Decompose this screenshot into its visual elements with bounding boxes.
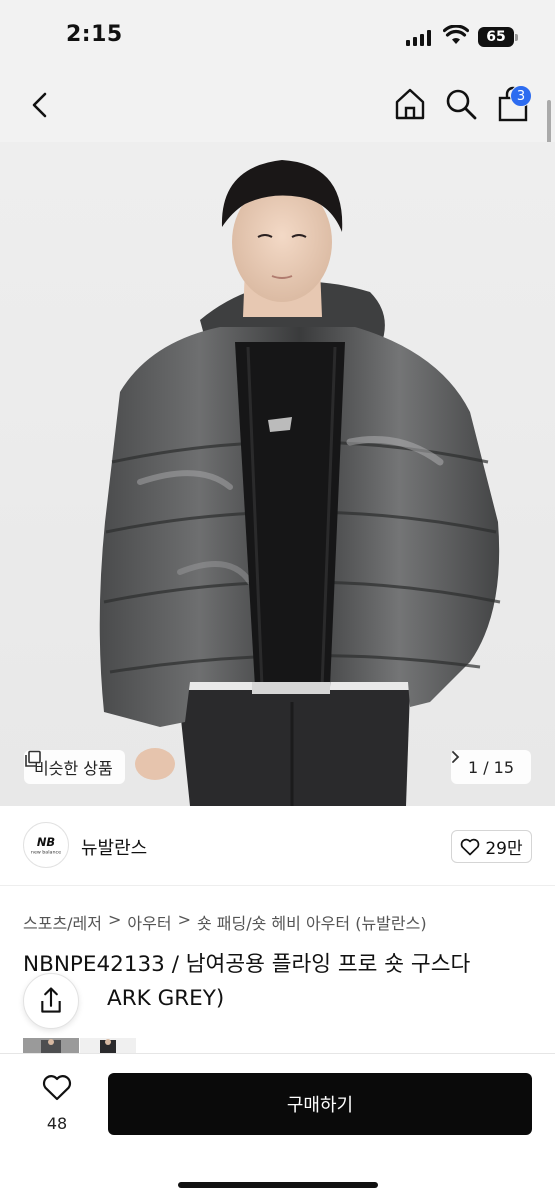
brand-like-button[interactable]: 29만 — [451, 830, 532, 863]
product-image-carousel[interactable]: 비슷한 상품 1 / 15 — [0, 142, 555, 806]
cellular-signal-icon — [406, 30, 432, 46]
chevron-right-icon: > — [177, 910, 191, 929]
svg-text:NB: NB — [37, 835, 56, 849]
home-indicator[interactable] — [178, 1182, 378, 1188]
search-icon[interactable] — [443, 86, 479, 122]
similar-products-label: 비슷한 상품 — [34, 759, 113, 778]
battery-level: 65 — [478, 27, 514, 47]
bottom-purchase-bar: 48 구매하기 — [0, 1053, 555, 1200]
heart-icon — [461, 838, 480, 855]
status-bar: 2:15 65 — [0, 0, 555, 70]
chevron-right-icon — [452, 751, 460, 763]
image-pager[interactable]: 1 / 15 — [451, 750, 531, 784]
breadcrumb-item[interactable]: 숏 패딩/숏 헤비 아우터 (뉴발란스) — [197, 910, 427, 934]
product-title-line1: NBNPE42133 / 남여공용 플라잉 프로 숏 구스다 — [23, 952, 471, 977]
chevron-right-icon: > — [108, 910, 122, 929]
status-time: 2:15 — [66, 22, 123, 47]
chevron-left-icon[interactable] — [24, 88, 58, 122]
brand-like-count: 29만 — [485, 839, 523, 859]
similar-products-button[interactable]: 비슷한 상품 — [24, 750, 125, 784]
breadcrumb-item[interactable]: 스포츠/레저 — [23, 910, 102, 934]
wifi-icon — [443, 25, 469, 44]
color-option-thumbnail[interactable] — [80, 1038, 136, 1054]
buy-button[interactable]: 구매하기 — [108, 1073, 532, 1135]
battery-icon: 65 — [478, 27, 518, 47]
wishlist-count: 48 — [46, 1114, 68, 1133]
home-icon[interactable] — [392, 86, 428, 122]
brand-row: NB new balance 뉴발란스 29만 — [0, 806, 555, 886]
copy-icon — [25, 750, 41, 767]
brand-name[interactable]: 뉴발란스 — [81, 834, 147, 860]
share-button[interactable] — [23, 973, 79, 1029]
brand-logo[interactable]: NB new balance — [23, 822, 69, 868]
heart-icon — [42, 1075, 72, 1101]
top-navigation: 3 — [0, 70, 555, 142]
wishlist-button[interactable]: 48 — [32, 1072, 82, 1138]
image-pager-count: 1 / 15 — [467, 757, 515, 777]
color-option-thumbnail[interactable] — [23, 1038, 79, 1054]
product-title-line2: ARK GREY) — [107, 986, 225, 1011]
cart-count-badge: 3 — [510, 85, 532, 107]
product-photo — [99, 160, 501, 806]
svg-text:new balance: new balance — [31, 850, 61, 856]
breadcrumb-item[interactable]: 아우터 — [127, 910, 171, 934]
product-title: NBNPE42133 / 남여공용 플라잉 프로 숏 구스다 ARK GREY) — [23, 948, 533, 1016]
breadcrumb: 스포츠/레저 > 아우터 > 숏 패딩/숏 헤비 아우터 (뉴발란스) — [23, 910, 427, 934]
